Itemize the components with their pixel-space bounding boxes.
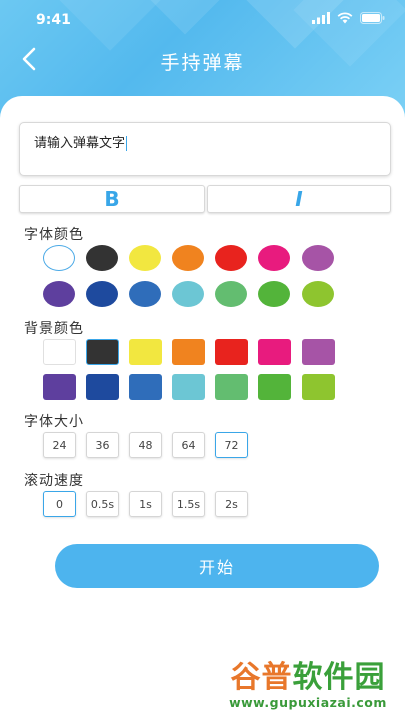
danmaku-text-value: 请输入弹幕文字 <box>34 136 126 151</box>
font-size-option[interactable]: 72 <box>215 432 248 458</box>
background-color-swatch[interactable] <box>215 374 248 400</box>
watermark: 谷普软件园 www.gupuxiazai.com <box>215 661 401 717</box>
background-color-swatch[interactable] <box>129 339 162 365</box>
watermark-title: 谷普软件园 <box>215 661 401 695</box>
font-color-swatch[interactable] <box>258 245 290 271</box>
font-color-swatch[interactable] <box>172 281 204 307</box>
scroll-speed-option[interactable]: 2s <box>215 491 248 517</box>
start-button-label: 开始 <box>198 558 235 577</box>
background-color-swatch[interactable] <box>302 374 335 400</box>
watermark-title-part: 软件园 <box>292 660 386 695</box>
font-color-swatch[interactable] <box>86 245 118 271</box>
watermark-title-part: 谷普 <box>230 660 293 695</box>
background-color-swatch[interactable] <box>86 374 119 400</box>
font-color-swatch[interactable] <box>43 281 75 307</box>
background-color-swatch[interactable] <box>172 374 205 400</box>
font-size-label: 字体大小 <box>24 414 84 430</box>
title-bar: 手持弹幕 <box>0 40 405 80</box>
background-color-swatch[interactable] <box>258 339 291 365</box>
font-color-swatch[interactable] <box>129 281 161 307</box>
watermark-url: www.gupuxiazai.com <box>229 695 387 710</box>
italic-label: I <box>295 187 303 211</box>
status-bar: 9:41 <box>0 0 405 40</box>
background-color-label: 背景颜色 <box>24 321 84 337</box>
font-color-swatch[interactable] <box>86 281 118 307</box>
font-color-swatch[interactable] <box>129 245 161 271</box>
background-color-swatch[interactable] <box>43 374 76 400</box>
background-color-swatch[interactable] <box>258 374 291 400</box>
font-size-option[interactable]: 24 <box>43 432 76 458</box>
scroll-speed-option[interactable]: 0.5s <box>86 491 119 517</box>
font-color-swatch[interactable] <box>172 245 204 271</box>
bold-button[interactable]: B <box>19 185 205 213</box>
font-size-option[interactable]: 36 <box>86 432 119 458</box>
font-color-swatch[interactable] <box>302 245 334 271</box>
start-button[interactable]: 开始 <box>55 544 379 588</box>
background-color-swatch[interactable] <box>215 339 248 365</box>
background-color-swatch[interactable] <box>86 339 119 365</box>
status-icons <box>312 12 385 24</box>
scroll-speed-label: 滚动速度 <box>24 473 84 489</box>
font-color-swatch[interactable] <box>302 281 334 307</box>
font-color-swatch[interactable] <box>215 281 247 307</box>
italic-button[interactable]: I <box>207 185 391 213</box>
background-color-swatch[interactable] <box>172 339 205 365</box>
font-color-swatch[interactable] <box>258 281 290 307</box>
scroll-speed-option[interactable]: 1.5s <box>172 491 205 517</box>
page-title: 手持弹幕 <box>160 52 245 74</box>
scroll-speed-option[interactable]: 1s <box>129 491 162 517</box>
background-color-swatch[interactable] <box>302 339 335 365</box>
background-color-swatch[interactable] <box>129 374 162 400</box>
text-caret <box>126 136 128 151</box>
bold-label: B <box>104 187 120 211</box>
font-size-option[interactable]: 48 <box>129 432 162 458</box>
font-size-option[interactable]: 64 <box>172 432 205 458</box>
status-time: 9:41 <box>36 12 71 28</box>
wifi-icon <box>337 12 353 24</box>
scroll-speed-option[interactable]: 0 <box>43 491 76 517</box>
background-color-swatch[interactable] <box>43 339 76 365</box>
font-color-swatch[interactable] <box>215 245 247 271</box>
danmaku-text-input[interactable]: 请输入弹幕文字 <box>19 122 391 176</box>
battery-icon <box>360 12 385 24</box>
font-color-swatch[interactable] <box>43 245 75 271</box>
font-color-label: 字体颜色 <box>24 227 84 243</box>
signal-icon <box>312 12 330 24</box>
